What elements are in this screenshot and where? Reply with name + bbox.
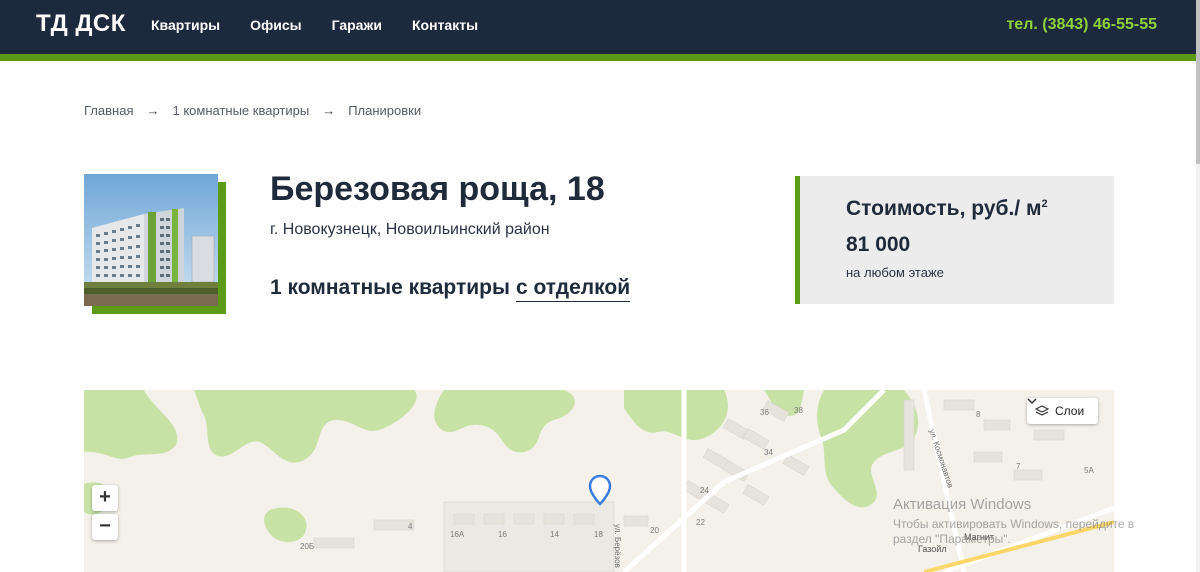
map-building-number: 14 [550, 530, 559, 539]
nav-item-offices[interactable]: Офисы [250, 17, 302, 33]
apartment-type-label: 1 комнатные квартиры [270, 276, 510, 299]
price-value: 81 000 [846, 233, 911, 256]
layers-button[interactable]: Слои [1027, 398, 1099, 424]
map-building-number: 5А [1084, 466, 1094, 475]
map-building-number: 20Б [300, 542, 315, 551]
object-address: г. Новокузнецк, Новоильинский район [270, 221, 550, 238]
map-building-number: 20 [650, 526, 659, 535]
finish-type-link[interactable]: с отделкой [515, 276, 631, 302]
breadcrumb-arrow-icon: → [322, 103, 336, 118]
page-scrollbar[interactable] [1196, 0, 1200, 572]
map-building-number: 8 [976, 410, 981, 419]
price-label-text: Стоимость, руб./ м [846, 197, 1042, 220]
header-accent-stripe [0, 54, 1196, 61]
building-photo[interactable] [84, 174, 218, 306]
street-label: ул. Берёзов [613, 524, 622, 568]
map-building-number: 24 [700, 486, 709, 495]
price-label: Стоимость, руб./ м2 [846, 197, 1048, 221]
map-building-number: 38 [794, 406, 803, 415]
price-note: на любом этаже [846, 265, 944, 280]
poi-label[interactable]: Магнит [964, 532, 994, 542]
apartment-type-heading: 1 комнатные квартиры с отделкой [270, 276, 631, 302]
poi-label[interactable]: Газойл [918, 544, 947, 554]
map-building-number: 4 [408, 522, 413, 531]
price-label-sup: 2 [1041, 198, 1048, 210]
map-building-number: 16 [498, 530, 507, 539]
map-building-number: 22 [696, 518, 705, 527]
nav-item-garages[interactable]: Гаражи [332, 17, 382, 33]
nav-item-contacts[interactable]: Контакты [412, 17, 478, 33]
map-building-number: 36 [760, 408, 769, 417]
scrollbar-thumb[interactable] [1196, 0, 1200, 164]
layers-label: Слои [1055, 404, 1085, 418]
map-building-number: 7 [1016, 462, 1021, 471]
main-nav: Квартиры Офисы Гаражи Контакты [151, 17, 508, 33]
breadcrumb-arrow-icon: → [146, 103, 160, 118]
layers-icon [1035, 405, 1049, 417]
nav-item-apartments[interactable]: Квартиры [151, 17, 220, 33]
page-title: Березовая роща, 18 [270, 170, 605, 208]
zoom-in-button[interactable]: + [92, 485, 118, 511]
map-building-number: 34 [764, 448, 773, 457]
breadcrumb-apartments[interactable]: 1 комнатные квартиры [172, 103, 309, 118]
site-logo[interactable]: ТД ДСК [36, 10, 126, 38]
map-building-number: 18 [594, 530, 603, 539]
site-header: ТД ДСК Квартиры Офисы Гаражи Контакты те… [0, 0, 1196, 54]
header-phone[interactable]: тел. (3843) 46-55-55 [1006, 16, 1157, 34]
breadcrumb-home[interactable]: Главная [84, 103, 133, 118]
map-building-number: 16А [450, 530, 465, 539]
zoom-out-button[interactable]: − [92, 514, 118, 540]
map-canvas[interactable] [84, 390, 1114, 572]
price-card: Стоимость, руб./ м2 81 000 на любом этаж… [795, 176, 1114, 304]
breadcrumb-current: Планировки [348, 103, 422, 118]
location-map[interactable]: 36 38 8 34 7 24 5А 22 4 16А 16 14 18 20 … [84, 390, 1114, 572]
breadcrumb: Главная → 1 комнатные квартиры → Планиро… [84, 103, 421, 118]
